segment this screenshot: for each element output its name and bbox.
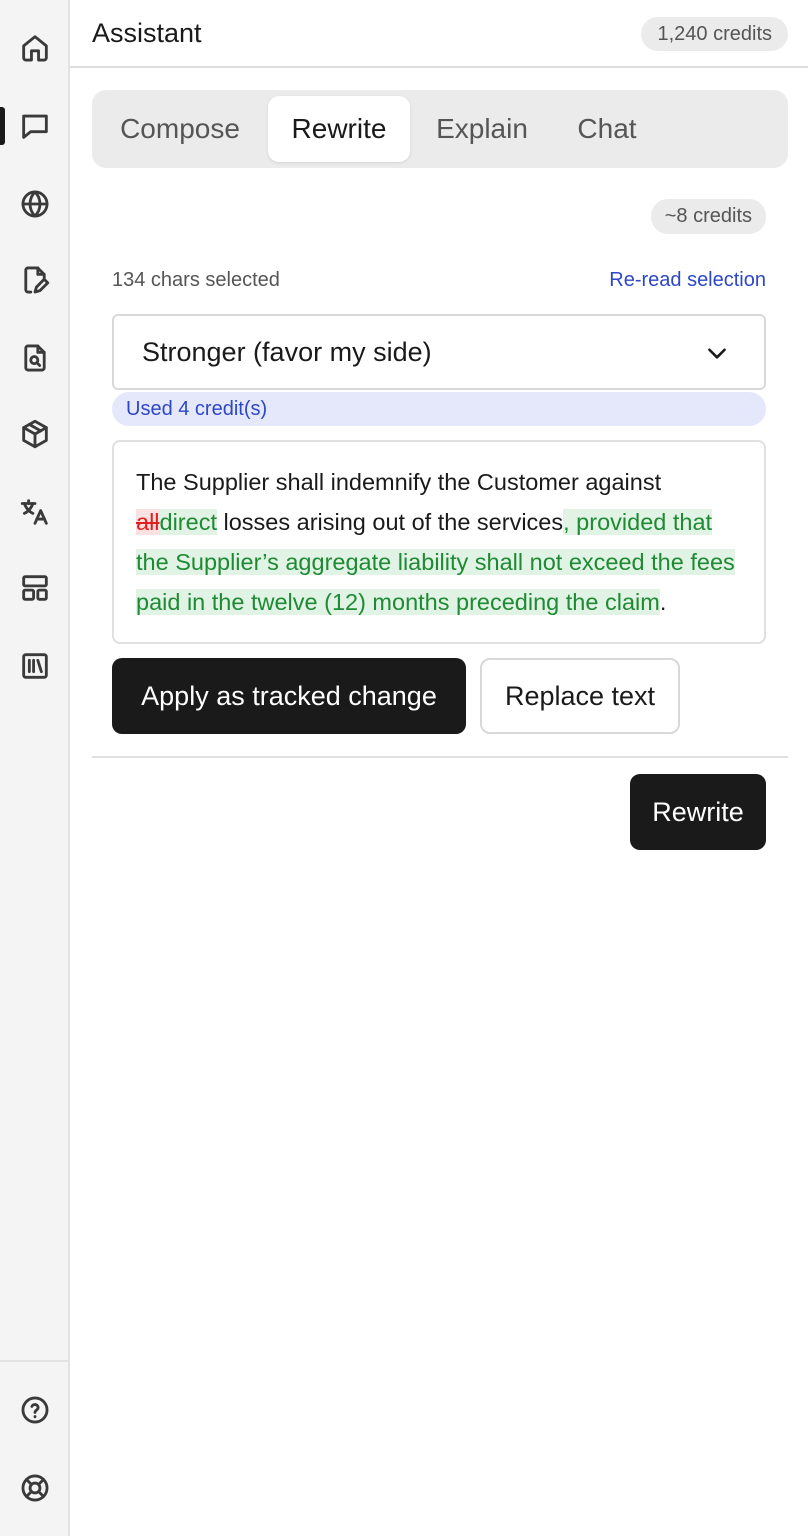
sidebar <box>0 0 70 1536</box>
sidebar-item-chat[interactable] <box>0 98 70 154</box>
sidebar-item-support[interactable] <box>0 1460 70 1516</box>
sidebar-item-help[interactable] <box>0 1382 70 1438</box>
sidebar-item-library[interactable] <box>0 638 70 694</box>
result-text: The Supplier shall indemnify the Custome… <box>136 469 662 495</box>
document-search-icon <box>24 344 46 372</box>
sidebar-item-document-edit[interactable] <box>0 252 70 308</box>
home-icon <box>22 35 48 62</box>
deleted-text: all <box>136 509 160 535</box>
inserted-text: direct <box>159 509 217 535</box>
library-icon <box>22 653 48 679</box>
rewrite-mode-value: Stronger (favor my side) <box>142 336 432 367</box>
rewrite-button[interactable]: Rewrite <box>630 774 766 850</box>
chevron-down-icon <box>704 340 730 366</box>
mode-tabs: Compose Rewrite Explain Chat <box>92 90 788 168</box>
selection-count: 134 chars selected <box>112 269 280 291</box>
sidebar-item-layout[interactable] <box>0 560 70 616</box>
tab-rewrite[interactable]: Rewrite <box>268 96 410 162</box>
section-divider <box>92 756 788 758</box>
sidebar-item-cube[interactable] <box>0 406 70 462</box>
support-icon <box>21 1474 49 1502</box>
globe-icon <box>21 190 49 218</box>
panel-title: Assistant <box>92 18 202 48</box>
cube-icon <box>22 419 48 449</box>
sidebar-item-globe[interactable] <box>0 176 70 232</box>
cost-estimate-badge: ~8 credits <box>650 199 766 234</box>
tab-chat[interactable]: Chat <box>554 96 660 162</box>
translate-icon <box>20 499 48 525</box>
panel-header: Assistant 1,240 credits <box>70 0 808 68</box>
sidebar-divider <box>0 1360 68 1362</box>
sidebar-item-translate[interactable] <box>0 484 70 540</box>
credits-badge: 1,240 credits <box>641 17 788 51</box>
rewrite-result: The Supplier shall indemnify the Custome… <box>112 440 766 644</box>
replace-text-button[interactable]: Replace text <box>480 658 680 734</box>
tab-compose[interactable]: Compose <box>100 96 260 162</box>
layout-icon <box>22 575 48 601</box>
help-icon <box>21 1396 49 1424</box>
sidebar-item-document-search[interactable] <box>0 330 70 386</box>
reread-selection-link[interactable]: Re-read selection <box>609 269 766 292</box>
credits-used-note: Used 4 credit(s) <box>112 392 766 426</box>
rewrite-mode-select[interactable]: Stronger (favor my side) <box>112 314 766 390</box>
result-text: losses arising out of the services <box>216 509 564 535</box>
apply-tracked-change-button[interactable]: Apply as tracked change <box>112 658 466 734</box>
sidebar-item-home[interactable] <box>0 20 70 76</box>
tab-explain[interactable]: Explain <box>418 96 546 162</box>
document-edit-icon <box>24 266 50 294</box>
result-text: . <box>659 589 667 615</box>
chat-icon <box>22 114 48 139</box>
